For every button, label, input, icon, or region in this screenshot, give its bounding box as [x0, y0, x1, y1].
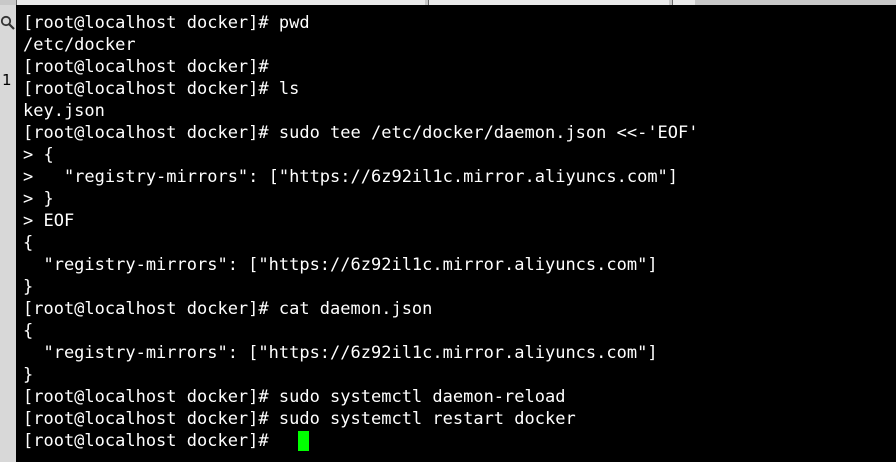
terminal-line: [root@localhost docker]# [23, 57, 269, 77]
terminal-line: [root@localhost docker]# ls [23, 79, 300, 99]
search-icon[interactable] [0, 15, 16, 31]
terminal-line: [root@localhost docker]# sudo systemctl … [23, 387, 566, 407]
terminal-line: [root@localhost docker]# sudo systemctl … [23, 409, 576, 429]
sidebar-label: 1 [2, 71, 12, 89]
sidebar: 1 [0, 5, 16, 462]
terminal-line: > { [23, 145, 54, 165]
terminal-line: [root@localhost docker]# sudo tee /etc/d… [23, 123, 699, 143]
terminal-line: /etc/docker [23, 35, 136, 55]
terminal-line: [root@localhost docker]# pwd [23, 13, 310, 33]
terminal-line: "registry-mirrors": ["https://6z92il1c.m… [23, 255, 658, 275]
terminal-line: { [23, 321, 34, 341]
terminal-line: [root@localhost docker]# cat daemon.json [23, 299, 433, 319]
terminal-cursor[interactable] [298, 431, 309, 451]
terminal-line: key.json [23, 101, 105, 121]
terminal-line: } [23, 365, 34, 385]
terminal-line: > "registry-mirrors": ["https://6z92il1c… [23, 167, 679, 187]
terminal-prompt: [root@localhost docker]# [23, 431, 269, 451]
terminal-line: > EOF [23, 211, 75, 231]
terminal-line: "registry-mirrors": ["https://6z92il1c.m… [23, 343, 658, 363]
terminal-line: { [23, 233, 34, 253]
terminal-output[interactable]: [root@localhost docker]# pwd /etc/docker… [16, 5, 896, 462]
terminal-line: } [23, 277, 34, 297]
terminal-line: > } [23, 189, 54, 209]
